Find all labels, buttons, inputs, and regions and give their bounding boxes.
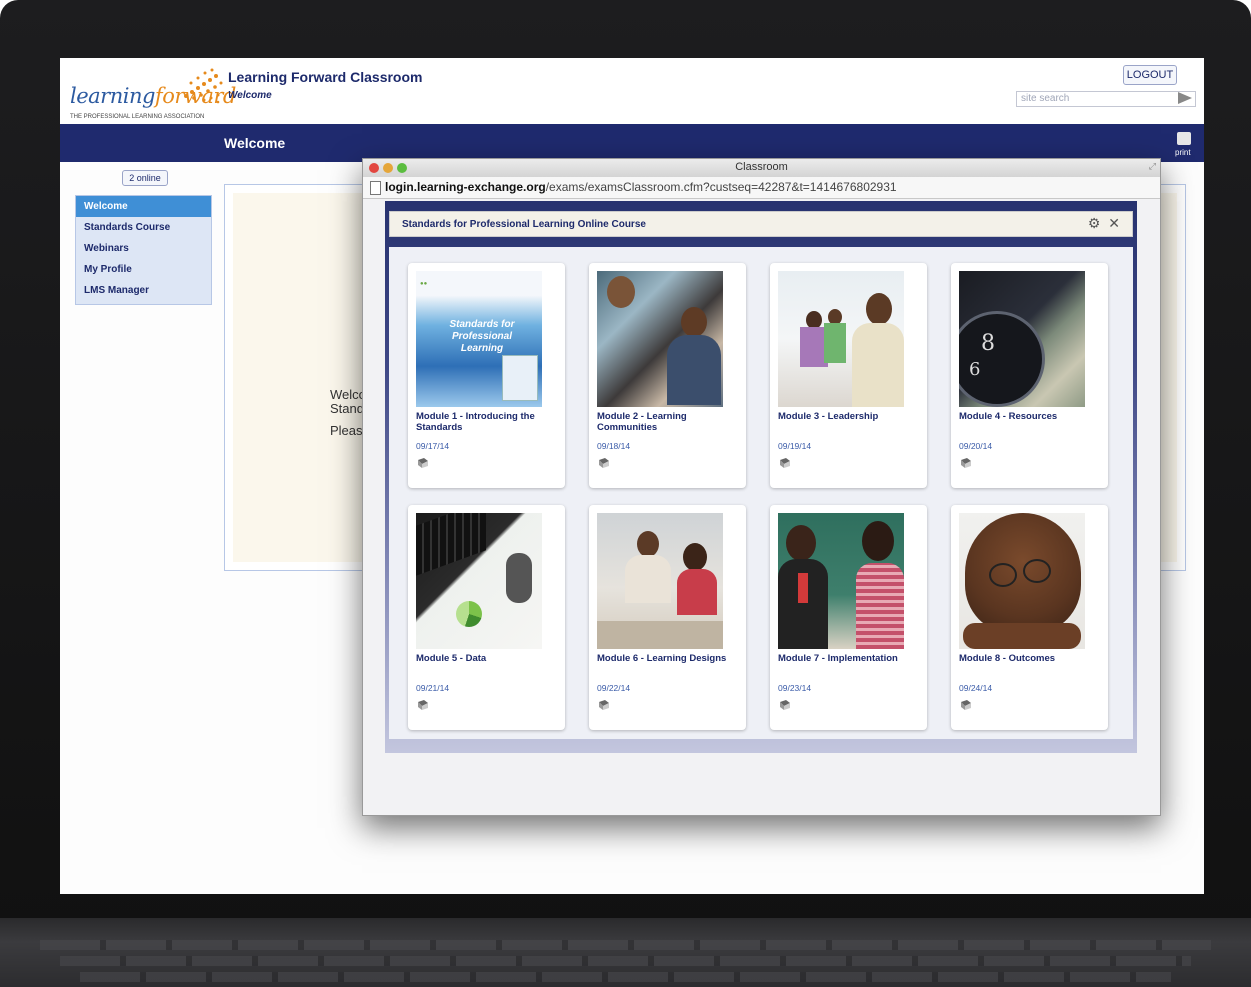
logo-wordmark: learningforward — [70, 84, 236, 108]
module-card[interactable]: Module 7 - Implementation 09/23/14 — [770, 505, 927, 730]
popup-window-title: Classroom — [735, 161, 788, 173]
popup-url: login.learning-exchange.org/exams/examsC… — [385, 180, 897, 194]
book-icon[interactable] — [778, 699, 792, 711]
welcome-text-line: Pleas — [330, 423, 363, 438]
module-title[interactable]: Module 5 - Data — [416, 653, 556, 664]
close-icon[interactable]: ✕ — [1108, 215, 1120, 231]
sidebar-item-standards-course[interactable]: Standards Course — [76, 217, 211, 238]
group-discussion-photo — [597, 271, 723, 407]
site-subtitle: Welcome — [228, 90, 272, 101]
module-date: 09/21/14 — [416, 683, 450, 693]
classroom-body: Standards for Professional Learning Onli… — [385, 201, 1137, 753]
module-card[interactable]: Module 8 - Outcomes 09/24/14 — [951, 505, 1108, 730]
module-grid: ●● Standards for Professional Learning M… — [389, 247, 1133, 739]
module-title[interactable]: Module 8 - Outcomes — [959, 653, 1099, 664]
laptop-keyboard — [0, 918, 1251, 987]
module-title[interactable]: Module 2 - Learning Communities — [597, 411, 737, 433]
sidebar-item-lms-manager[interactable]: LMS Manager — [76, 280, 211, 301]
cover-title: Standards for Professional Learning — [449, 319, 515, 354]
book-icon[interactable] — [597, 699, 611, 711]
module-card[interactable]: 8 6 Module 4 - Resources 09/20/14 — [951, 263, 1108, 488]
module-title[interactable]: Module 1 - Introducing the Standards — [416, 411, 556, 433]
print-button[interactable]: print — [1174, 130, 1196, 158]
resize-icon[interactable]: ⤢ — [1149, 161, 1156, 172]
learningforward-logo[interactable]: learningforward THE PROFESSIONAL LEARNIN… — [70, 66, 236, 122]
logout-button[interactable]: LOGOUT — [1123, 65, 1177, 85]
course-header-icons: ⚙ ✕ — [1088, 215, 1120, 232]
module-date: 09/20/14 — [959, 441, 993, 451]
page-title: Welcome — [224, 135, 286, 151]
book-icon[interactable] — [959, 699, 973, 711]
site-title: Learning Forward Classroom — [228, 69, 423, 85]
module-card[interactable]: ●● Standards for Professional Learning M… — [408, 263, 565, 488]
module-card[interactable]: Module 3 - Leadership 09/19/14 — [770, 263, 927, 488]
popup-titlebar[interactable]: Classroom ⤢ — [363, 159, 1160, 178]
module-date: 09/24/14 — [959, 683, 993, 693]
online-count-badge[interactable]: 2 online — [122, 170, 168, 186]
module-card[interactable]: Module 2 - Learning Communities 09/18/14 — [589, 263, 746, 488]
settings-icon[interactable]: ⚙ — [1088, 215, 1101, 231]
module-title[interactable]: Module 6 - Learning Designs — [597, 653, 737, 664]
child-with-glasses-photo — [959, 513, 1085, 649]
page-title-bar: Welcome — [60, 124, 1204, 162]
page-icon — [370, 181, 381, 195]
welcome-text-line: Welco — [330, 387, 366, 402]
module-date: 09/18/14 — [597, 441, 631, 451]
module-title[interactable]: Module 3 - Leadership — [778, 411, 918, 422]
module-title[interactable]: Module 4 - Resources — [959, 411, 1099, 422]
module-card[interactable]: Module 5 - Data 09/21/14 — [408, 505, 565, 730]
book-icon[interactable] — [416, 699, 430, 711]
sidebar-nav: Welcome Standards Course Webinars My Pro… — [75, 195, 212, 305]
classroom-popup-window: Classroom ⤢ login.learning-exchange.org/… — [362, 158, 1161, 816]
site-search-input[interactable]: site search — [1016, 91, 1196, 107]
two-women-photo — [778, 513, 904, 649]
logo-tagline: THE PROFESSIONAL LEARNING ASSOCIATION — [70, 114, 205, 120]
module-card[interactable]: Module 6 - Learning Designs 09/22/14 — [589, 505, 746, 730]
module-date: 09/17/14 — [416, 441, 450, 451]
book-cover-thumbnail: ●● Standards for Professional Learning — [416, 271, 542, 407]
site-header: learningforward THE PROFESSIONAL LEARNIN… — [60, 58, 1204, 124]
clock-and-money-photo: 8 6 — [959, 271, 1085, 407]
module-date: 09/19/14 — [778, 441, 812, 451]
leader-meeting-photo — [778, 271, 904, 407]
sidebar-item-my-profile[interactable]: My Profile — [76, 259, 211, 280]
teacher-student-photo — [597, 513, 723, 649]
book-icon[interactable] — [597, 457, 611, 469]
sidebar-item-webinars[interactable]: Webinars — [76, 238, 211, 259]
course-title: Standards for Professional Learning Onli… — [402, 219, 646, 230]
welcome-text-line: Stand — [330, 401, 364, 416]
popup-url-bar[interactable]: login.learning-exchange.org/exams/examsC… — [363, 177, 1160, 199]
keyboard-and-charts-photo — [416, 513, 542, 649]
laptop-screen: learningforward THE PROFESSIONAL LEARNIN… — [60, 58, 1204, 894]
course-header-bar: Standards for Professional Learning Onli… — [389, 211, 1133, 237]
sidebar-item-welcome[interactable]: Welcome — [76, 196, 211, 217]
book-icon[interactable] — [959, 457, 973, 469]
book-icon[interactable] — [778, 457, 792, 469]
book-icon[interactable] — [416, 457, 430, 469]
module-date: 09/22/14 — [597, 683, 631, 693]
module-title[interactable]: Module 7 - Implementation — [778, 653, 918, 664]
welcome-text: Welco Stand Pleas — [330, 388, 366, 438]
module-date: 09/23/14 — [778, 683, 812, 693]
print-label: print — [1175, 148, 1191, 157]
search-go-icon[interactable] — [1178, 92, 1192, 104]
printer-icon — [1177, 132, 1191, 145]
